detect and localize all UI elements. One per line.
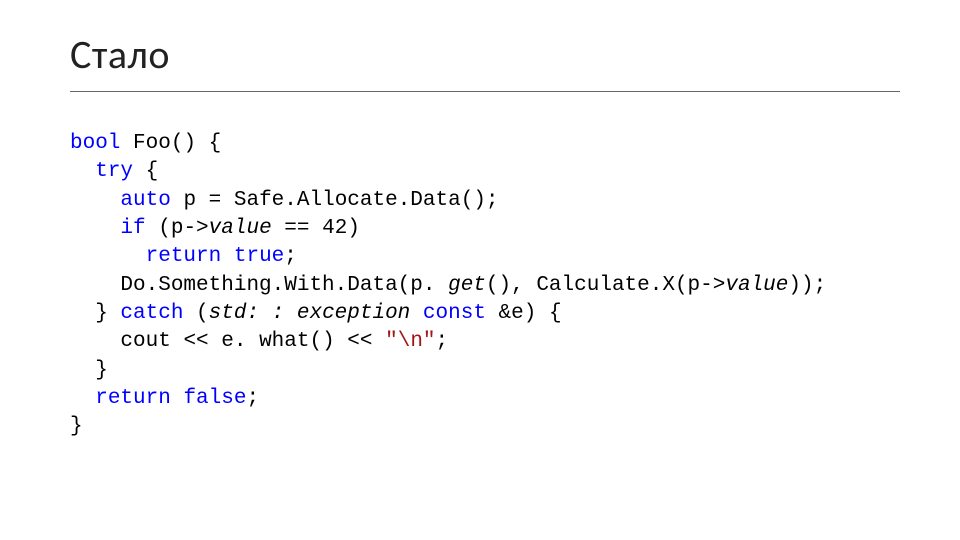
kw-true: true — [234, 245, 284, 268]
kw-catch: catch — [120, 302, 183, 325]
kw-auto: auto — [120, 189, 170, 212]
kw-bool: bool — [70, 132, 120, 155]
page-title: Стало — [70, 30, 900, 81]
mem-value: value — [209, 217, 272, 240]
typ-std-exception: std: : exception — [209, 302, 411, 325]
var-e: e — [511, 302, 524, 325]
var-p: p — [183, 189, 196, 212]
kw-const: const — [423, 302, 486, 325]
fn-foo: Foo — [133, 132, 171, 155]
lit-42: 42 — [322, 217, 347, 240]
fn-cout: cout — [120, 330, 170, 353]
fn-what: e. what — [221, 330, 309, 353]
fn-get: get — [448, 274, 486, 297]
mem-value-2: value — [725, 274, 788, 297]
kw-false: false — [183, 387, 246, 410]
kw-if: if — [120, 217, 145, 240]
fn-calcx: Calculate.X — [536, 274, 675, 297]
fn-safe-alloc: Safe.Allocate.Data — [234, 189, 461, 212]
code-block: bool Foo() { try { auto p = Safe.Allocat… — [70, 130, 900, 442]
str-newline: "\n" — [385, 330, 435, 353]
kw-return-1: return — [146, 245, 222, 268]
slide-content: Стало bool Foo() { try { auto p = Safe.A… — [0, 0, 960, 442]
fn-do-something: Do.Something.With.Data — [120, 274, 397, 297]
kw-return-2: return — [95, 387, 171, 410]
kw-try: try — [95, 160, 133, 183]
title-rule — [70, 91, 900, 92]
